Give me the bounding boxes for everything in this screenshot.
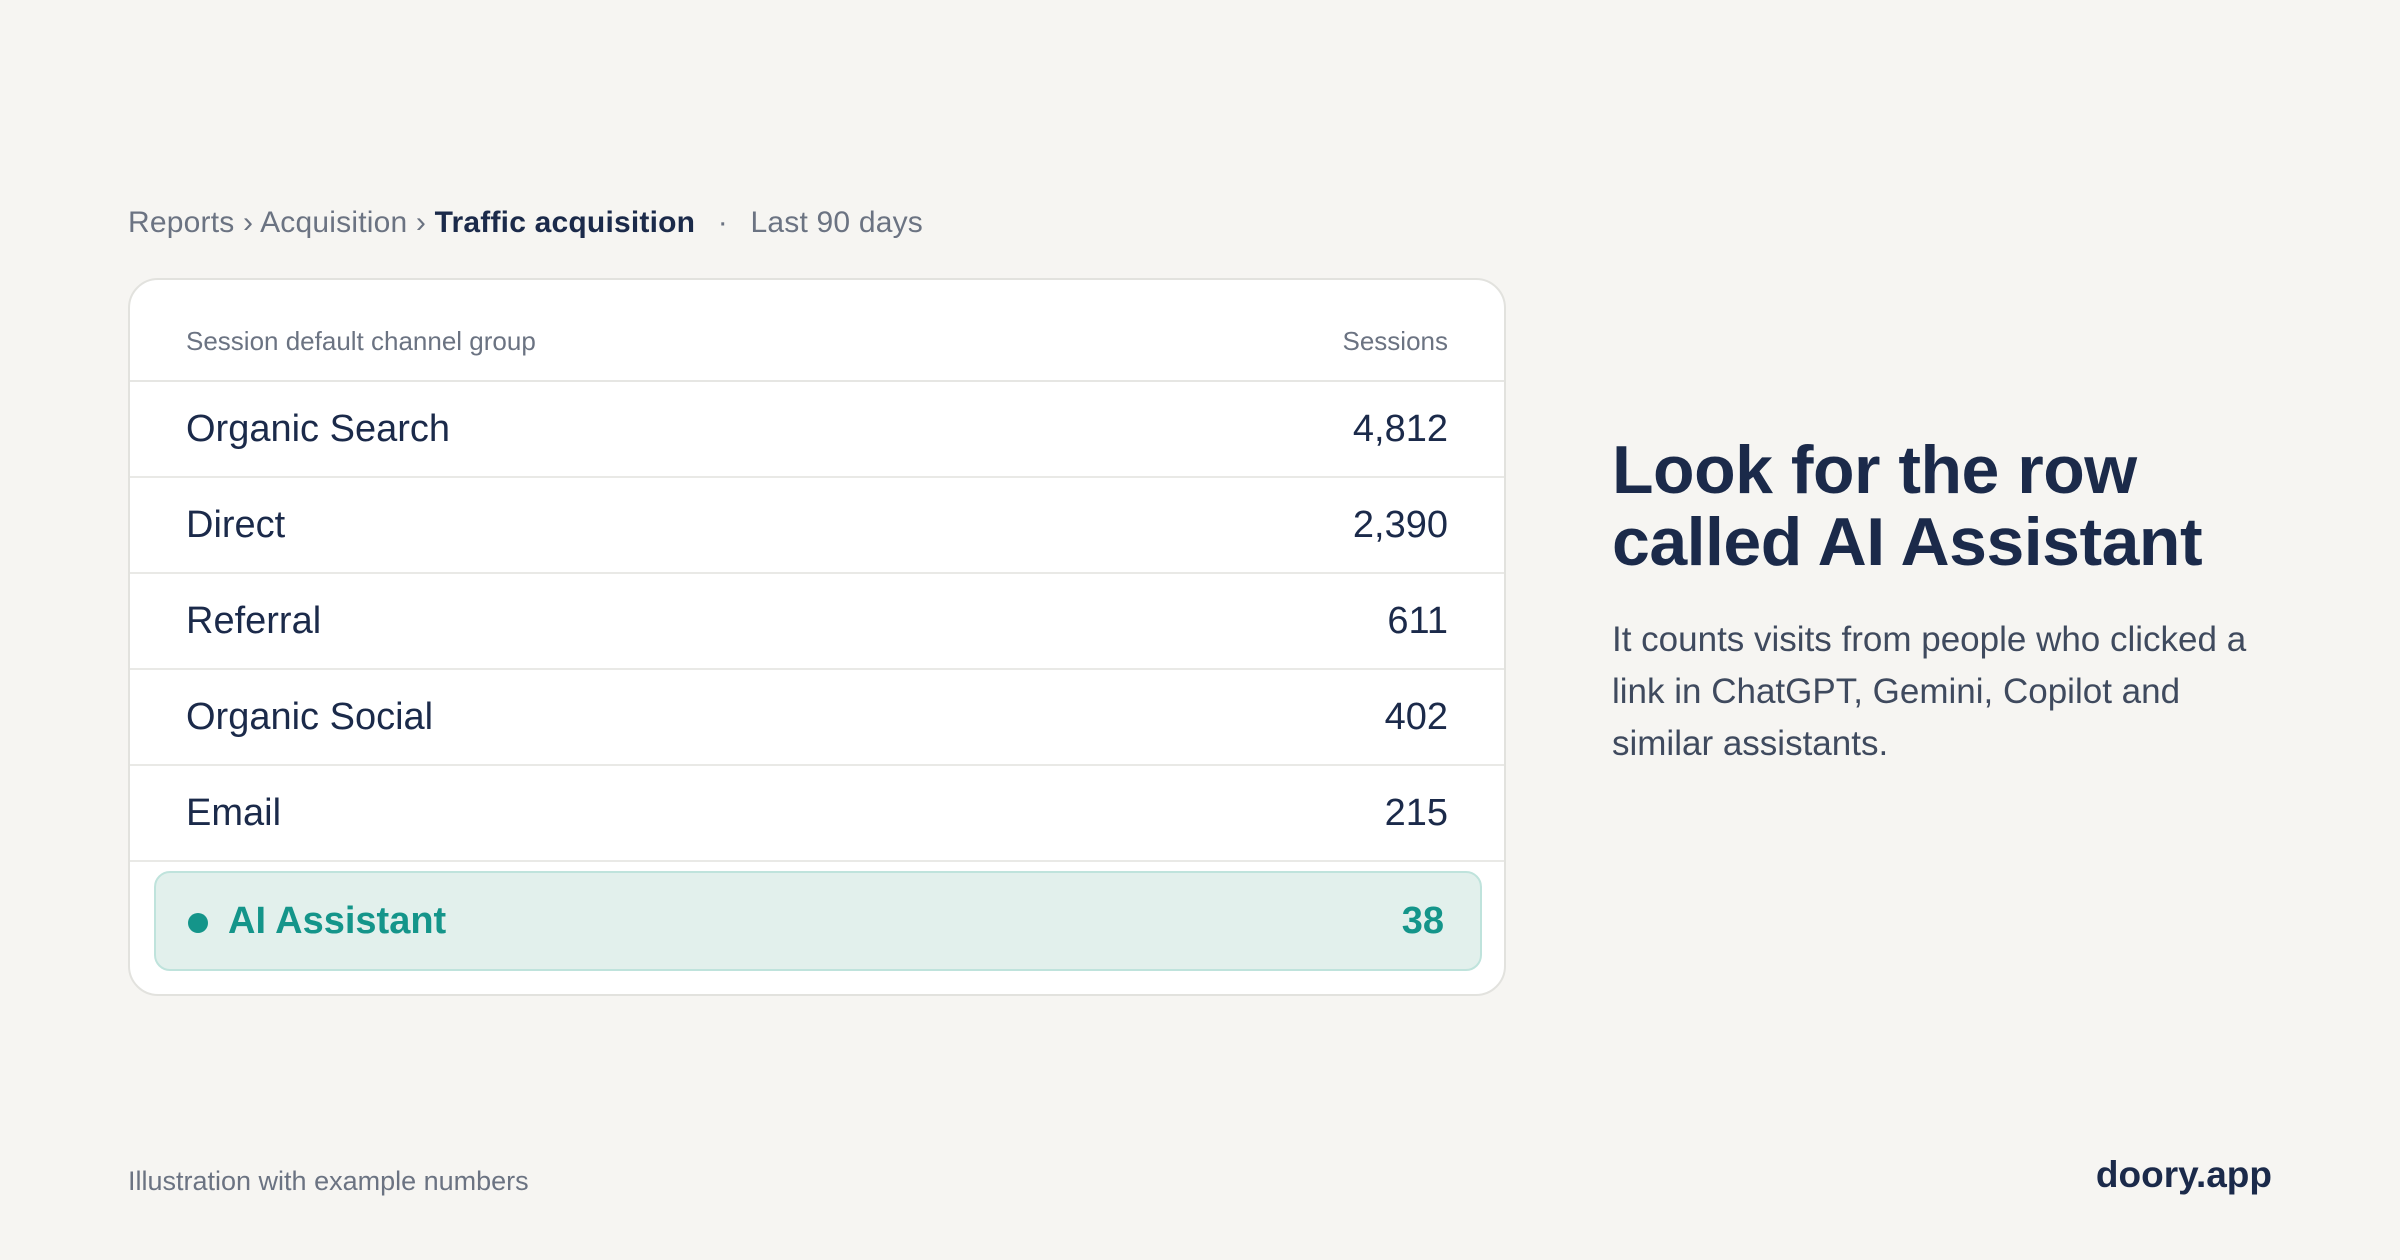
row-label: Email — [186, 792, 282, 834]
row-label: AI Assistant — [228, 900, 447, 942]
callout-headline: Look for the row called AI Assistant — [1612, 432, 2203, 580]
table-row[interactable]: Email 215 — [130, 766, 1504, 862]
row-value: 215 — [1384, 792, 1448, 834]
column-header-sessions[interactable]: Sessions — [1343, 326, 1449, 357]
row-value: 4,812 — [1352, 408, 1448, 450]
column-header-channel-group[interactable]: Session default channel group — [186, 326, 536, 357]
row-value: 611 — [1387, 600, 1448, 642]
breadcrumb-separator: › — [243, 206, 254, 239]
table-row[interactable]: Referral 611 — [130, 574, 1504, 670]
breadcrumb-item-reports[interactable]: Reports — [128, 206, 234, 239]
row-value: 38 — [1401, 900, 1444, 942]
row-value: 402 — [1384, 696, 1448, 738]
row-label: Organic Social — [186, 696, 434, 738]
table-row[interactable]: Direct 2,390 — [130, 478, 1504, 574]
row-label: Organic Search — [186, 408, 451, 450]
breadcrumb-dot: · — [717, 206, 728, 239]
dot-icon — [188, 913, 208, 933]
breadcrumb: Reports › Acquisition › Traffic acquisit… — [128, 206, 923, 240]
table-row[interactable]: Organic Search 4,812 — [130, 382, 1504, 478]
footnote: Illustration with example numbers — [128, 1166, 529, 1196]
table-row[interactable]: Organic Social 402 — [130, 670, 1504, 766]
row-label: Referral — [186, 600, 322, 642]
row-value: 2,390 — [1352, 504, 1448, 546]
table-row-ai-assistant[interactable]: AI Assistant 38 — [154, 871, 1482, 971]
row-label: Direct — [186, 504, 286, 546]
breadcrumb-separator: › — [415, 206, 427, 239]
channel-table: Session default channel group Sessions O… — [128, 278, 1506, 996]
table-header: Session default channel group Sessions — [130, 280, 1504, 382]
brand-logo: doory.app — [2095, 1154, 2272, 1195]
callout-body: It counts visits from people who clicked… — [1612, 620, 2247, 763]
breadcrumb-current: Traffic acquisition — [434, 206, 696, 239]
breadcrumb-item-acquisition[interactable]: Acquisition — [260, 206, 407, 239]
date-range[interactable]: Last 90 days — [750, 206, 923, 239]
